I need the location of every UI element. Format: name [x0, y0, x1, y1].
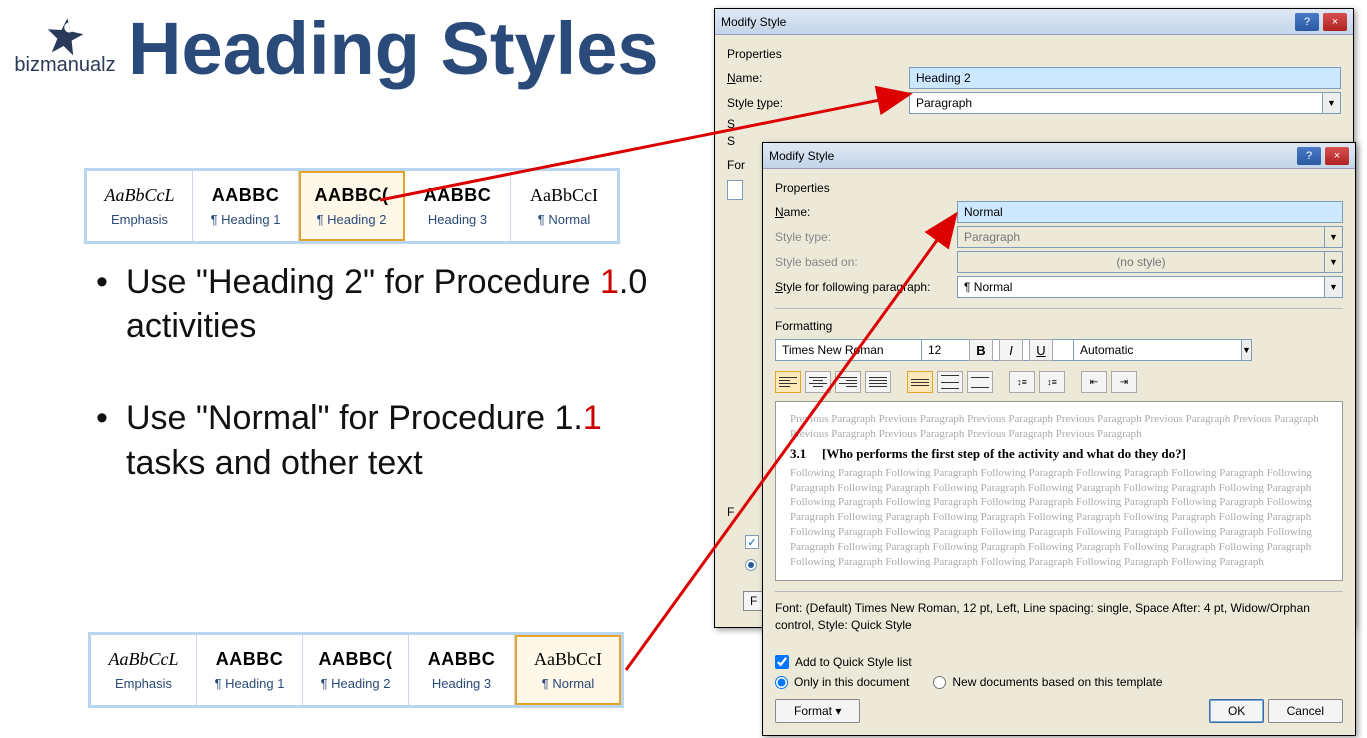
- close-button[interactable]: ×: [1325, 147, 1349, 165]
- follow-field[interactable]: [957, 276, 1325, 298]
- dialog-titlebar[interactable]: Modify Style ? ×: [763, 143, 1355, 169]
- bullet-item-2: Use "Normal" for Procedure 1.1 tasks and…: [96, 396, 666, 484]
- preview-sample-text: 3.1[Who performs the first step of the a…: [790, 446, 1328, 462]
- modify-style-dialog-normal: Modify Style ? × Properties Name: Style …: [762, 142, 1356, 736]
- dropdown-icon: ▼: [1325, 251, 1343, 273]
- dialog-title: Modify Style: [769, 149, 834, 163]
- color-field[interactable]: [1073, 339, 1242, 361]
- underline-button[interactable]: U: [1029, 339, 1053, 361]
- cancel-button[interactable]: Cancel: [1268, 699, 1343, 723]
- indent-dec-button[interactable]: ⇤: [1081, 371, 1107, 393]
- based-field: [957, 251, 1325, 273]
- linespacing-2-button[interactable]: [967, 371, 993, 393]
- dropdown-icon[interactable]: ▼: [1323, 92, 1341, 114]
- tile-emphasis[interactable]: AaBbCcLEmphasis: [91, 635, 197, 705]
- name-label: Name:: [727, 71, 901, 85]
- type-field[interactable]: [909, 92, 1323, 114]
- logo: bizmanualz: [10, 18, 120, 77]
- tile-heading1[interactable]: AABBC¶ Heading 1: [197, 635, 303, 705]
- tile-heading2[interactable]: AABBC(¶ Heading 2: [303, 635, 409, 705]
- preview-ghost-after: Following Paragraph Following Paragraph …: [790, 466, 1328, 570]
- page-title: Heading Styles: [128, 6, 659, 91]
- radio-partial[interactable]: [745, 559, 757, 571]
- type-field: [957, 226, 1325, 248]
- style-description: Font: (Default) Times New Roman, 12 pt, …: [775, 591, 1343, 634]
- quick-style-checkbox[interactable]: [775, 655, 789, 669]
- formatting-group-label: Formatting: [775, 319, 1343, 333]
- style-gallery-bottom: AaBbCcLEmphasis AABBC¶ Heading 1 AABBC(¶…: [88, 632, 624, 708]
- align-justify-button[interactable]: [865, 371, 891, 393]
- quick-style-label: Add to Quick Style list: [795, 655, 912, 669]
- preview-ghost-before: Previous Paragraph Previous Paragraph Pr…: [790, 412, 1328, 442]
- name-field[interactable]: [957, 201, 1343, 223]
- based-label: Style based on:: [775, 255, 949, 269]
- logo-star-icon: [45, 16, 86, 57]
- dropdown-icon: ▼: [1325, 226, 1343, 248]
- tile-emphasis[interactable]: AaBbCcLEmphasis: [87, 171, 193, 241]
- tile-heading2[interactable]: AABBC(¶ Heading 2: [299, 171, 405, 241]
- close-button[interactable]: ×: [1323, 13, 1347, 31]
- bullet-list: Use "Heading 2" for Procedure 1.0 activi…: [96, 260, 666, 533]
- only-document-radio[interactable]: [775, 676, 788, 689]
- properties-group-label: Properties: [775, 181, 1343, 195]
- font-field-partial[interactable]: [727, 180, 743, 200]
- font-family-field[interactable]: [775, 339, 944, 361]
- type-label: Style type:: [727, 96, 901, 110]
- f-label: F: [727, 505, 734, 519]
- align-center-button[interactable]: [805, 371, 831, 393]
- linespacing-1-button[interactable]: [907, 371, 933, 393]
- template-radio[interactable]: [933, 676, 946, 689]
- type-label: Style type:: [775, 230, 949, 244]
- preview-pane: Previous Paragraph Previous Paragraph Pr…: [775, 401, 1343, 581]
- tile-normal[interactable]: AaBbCcI¶ Normal: [515, 635, 621, 705]
- para-space-inc-button[interactable]: ↕≡: [1009, 371, 1035, 393]
- bullet-item-1: Use "Heading 2" for Procedure 1.0 activi…: [96, 260, 666, 348]
- para-space-dec-button[interactable]: ↕≡: [1039, 371, 1065, 393]
- align-right-button[interactable]: [835, 371, 861, 393]
- linespacing-15-button[interactable]: [937, 371, 963, 393]
- help-button[interactable]: ?: [1297, 147, 1321, 165]
- help-button[interactable]: ?: [1295, 13, 1319, 31]
- template-label: New documents based on this template: [952, 675, 1162, 689]
- tile-normal[interactable]: AaBbCcI¶ Normal: [511, 171, 617, 241]
- s-label: S: [727, 117, 901, 131]
- ok-button[interactable]: OK: [1209, 699, 1264, 723]
- tile-heading3[interactable]: AABBCHeading 3: [409, 635, 515, 705]
- properties-group-label: Properties: [727, 47, 1341, 61]
- dialog-titlebar[interactable]: Modify Style ? ×: [715, 9, 1353, 35]
- align-left-button[interactable]: [775, 371, 801, 393]
- indent-inc-button[interactable]: ⇥: [1111, 371, 1137, 393]
- format-button[interactable]: Format ▾: [775, 699, 860, 723]
- name-label: Name:: [775, 205, 949, 219]
- tile-heading3[interactable]: AABBCHeading 3: [405, 171, 511, 241]
- dropdown-icon[interactable]: ▼: [1325, 276, 1343, 298]
- logo-text: bizmanualz: [10, 54, 120, 77]
- dropdown-icon[interactable]: ▼: [1242, 339, 1252, 361]
- name-field[interactable]: [909, 67, 1341, 89]
- tile-heading1[interactable]: AABBC¶ Heading 1: [193, 171, 299, 241]
- checkbox-partial[interactable]: ✓: [745, 535, 759, 549]
- follow-label: Style for following paragraph:: [775, 280, 949, 294]
- bold-button[interactable]: B: [969, 339, 993, 361]
- italic-button[interactable]: I: [999, 339, 1023, 361]
- only-document-label: Only in this document: [794, 675, 909, 689]
- style-gallery-top: AaBbCcLEmphasis AABBC¶ Heading 1 AABBC(¶…: [84, 168, 620, 244]
- dialog-title: Modify Style: [721, 15, 786, 29]
